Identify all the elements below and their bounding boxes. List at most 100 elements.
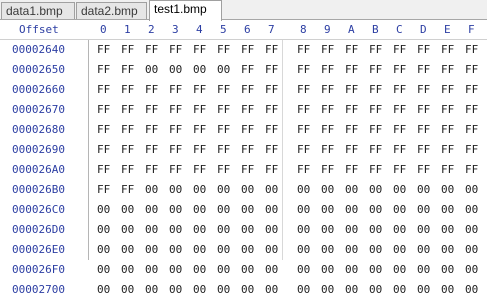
hex-byte[interactable]: FF bbox=[417, 160, 430, 180]
hex-byte[interactable]: FF bbox=[417, 120, 430, 140]
hex-byte[interactable]: FF bbox=[417, 100, 430, 120]
hex-byte[interactable]: 00 bbox=[241, 220, 254, 240]
hex-byte[interactable]: 00 bbox=[97, 280, 110, 300]
hex-byte[interactable]: FF bbox=[169, 160, 182, 180]
hex-byte[interactable]: 00 bbox=[393, 200, 406, 220]
hex-byte[interactable]: 00 bbox=[217, 260, 230, 280]
hex-byte[interactable]: FF bbox=[345, 120, 358, 140]
hex-byte[interactable]: 00 bbox=[121, 260, 134, 280]
hex-byte[interactable]: 00 bbox=[297, 240, 310, 260]
hex-byte[interactable]: 00 bbox=[169, 260, 182, 280]
hex-byte[interactable]: FF bbox=[393, 160, 406, 180]
hex-byte[interactable]: 00 bbox=[97, 220, 110, 240]
hex-byte[interactable]: 00 bbox=[169, 280, 182, 300]
hex-byte[interactable]: FF bbox=[121, 100, 134, 120]
hex-byte[interactable]: 00 bbox=[465, 220, 478, 240]
hex-byte[interactable]: 00 bbox=[145, 220, 158, 240]
hex-byte[interactable]: 00 bbox=[321, 240, 334, 260]
hex-byte[interactable]: 00 bbox=[345, 260, 358, 280]
hex-byte[interactable]: 00 bbox=[265, 280, 278, 300]
hex-byte[interactable]: 00 bbox=[369, 180, 382, 200]
tab-data2-bmp[interactable]: data2.bmp bbox=[76, 2, 147, 19]
hex-byte[interactable]: 00 bbox=[393, 180, 406, 200]
hex-byte[interactable]: FF bbox=[369, 40, 382, 60]
hex-byte[interactable]: FF bbox=[169, 80, 182, 100]
hex-byte[interactable]: FF bbox=[441, 160, 454, 180]
hex-byte[interactable]: FF bbox=[297, 120, 310, 140]
hex-byte[interactable]: 00 bbox=[265, 200, 278, 220]
hex-byte[interactable]: FF bbox=[321, 80, 334, 100]
hex-byte[interactable]: 00 bbox=[321, 280, 334, 300]
hex-byte[interactable]: 00 bbox=[169, 180, 182, 200]
hex-byte[interactable]: 00 bbox=[441, 260, 454, 280]
hex-byte[interactable]: FF bbox=[241, 60, 254, 80]
hex-byte[interactable]: FF bbox=[441, 100, 454, 120]
hex-byte[interactable]: FF bbox=[97, 60, 110, 80]
hex-byte[interactable]: 00 bbox=[193, 180, 206, 200]
hex-byte[interactable]: FF bbox=[393, 80, 406, 100]
hex-byte[interactable]: 00 bbox=[169, 240, 182, 260]
hex-byte[interactable]: 00 bbox=[321, 220, 334, 240]
hex-byte[interactable]: 00 bbox=[193, 200, 206, 220]
hex-byte[interactable]: 00 bbox=[121, 280, 134, 300]
hex-byte[interactable]: 00 bbox=[241, 240, 254, 260]
hex-byte[interactable]: FF bbox=[193, 140, 206, 160]
hex-byte[interactable]: FF bbox=[465, 120, 478, 140]
hex-byte[interactable]: 00 bbox=[417, 220, 430, 240]
hex-byte[interactable]: FF bbox=[465, 40, 478, 60]
hex-byte[interactable]: 00 bbox=[121, 200, 134, 220]
hex-byte[interactable]: FF bbox=[297, 160, 310, 180]
hex-byte[interactable]: FF bbox=[121, 120, 134, 140]
hex-byte[interactable]: FF bbox=[265, 40, 278, 60]
hex-byte[interactable]: 00 bbox=[465, 280, 478, 300]
hex-byte[interactable]: FF bbox=[97, 180, 110, 200]
hex-byte[interactable]: 00 bbox=[393, 220, 406, 240]
hex-byte[interactable]: FF bbox=[321, 60, 334, 80]
hex-byte[interactable]: FF bbox=[441, 80, 454, 100]
hex-byte[interactable]: 00 bbox=[417, 200, 430, 220]
hex-byte[interactable]: FF bbox=[297, 140, 310, 160]
hex-byte[interactable]: 00 bbox=[369, 240, 382, 260]
hex-byte[interactable]: FF bbox=[465, 60, 478, 80]
hex-byte[interactable]: FF bbox=[417, 140, 430, 160]
hex-byte[interactable]: 00 bbox=[169, 220, 182, 240]
hex-byte[interactable]: 00 bbox=[393, 240, 406, 260]
hex-byte[interactable]: FF bbox=[369, 160, 382, 180]
hex-byte[interactable]: FF bbox=[217, 140, 230, 160]
hex-byte[interactable]: FF bbox=[193, 100, 206, 120]
hex-byte[interactable]: 00 bbox=[321, 180, 334, 200]
hex-byte[interactable]: 00 bbox=[297, 260, 310, 280]
hex-byte[interactable]: FF bbox=[241, 100, 254, 120]
hex-byte[interactable]: 00 bbox=[417, 240, 430, 260]
hex-byte[interactable]: 00 bbox=[369, 220, 382, 240]
hex-byte[interactable]: FF bbox=[465, 160, 478, 180]
hex-byte[interactable]: FF bbox=[121, 40, 134, 60]
hex-byte[interactable]: 00 bbox=[241, 200, 254, 220]
hex-byte[interactable]: FF bbox=[97, 100, 110, 120]
hex-byte[interactable]: FF bbox=[297, 100, 310, 120]
hex-byte[interactable]: 00 bbox=[369, 280, 382, 300]
hex-byte[interactable]: FF bbox=[441, 140, 454, 160]
hex-byte[interactable]: 00 bbox=[145, 260, 158, 280]
hex-byte[interactable]: FF bbox=[169, 120, 182, 140]
hex-byte[interactable]: FF bbox=[345, 40, 358, 60]
tab-test1-bmp[interactable]: test1.bmp bbox=[149, 0, 222, 21]
hex-byte[interactable]: FF bbox=[345, 140, 358, 160]
hex-byte[interactable]: FF bbox=[441, 40, 454, 60]
hex-byte[interactable]: FF bbox=[241, 40, 254, 60]
hex-byte[interactable]: FF bbox=[321, 160, 334, 180]
hex-byte[interactable]: 00 bbox=[97, 240, 110, 260]
hex-byte[interactable]: FF bbox=[169, 40, 182, 60]
hex-byte[interactable]: 00 bbox=[265, 180, 278, 200]
hex-byte[interactable]: FF bbox=[193, 40, 206, 60]
hex-byte[interactable]: FF bbox=[241, 80, 254, 100]
hex-byte[interactable]: FF bbox=[241, 160, 254, 180]
hex-byte[interactable]: FF bbox=[193, 80, 206, 100]
hex-byte[interactable]: 00 bbox=[241, 260, 254, 280]
hex-byte[interactable]: FF bbox=[145, 40, 158, 60]
hex-byte[interactable]: FF bbox=[265, 140, 278, 160]
hex-byte[interactable]: 00 bbox=[217, 220, 230, 240]
hex-byte[interactable]: FF bbox=[297, 80, 310, 100]
hex-byte[interactable]: FF bbox=[265, 80, 278, 100]
hex-byte[interactable]: FF bbox=[393, 40, 406, 60]
